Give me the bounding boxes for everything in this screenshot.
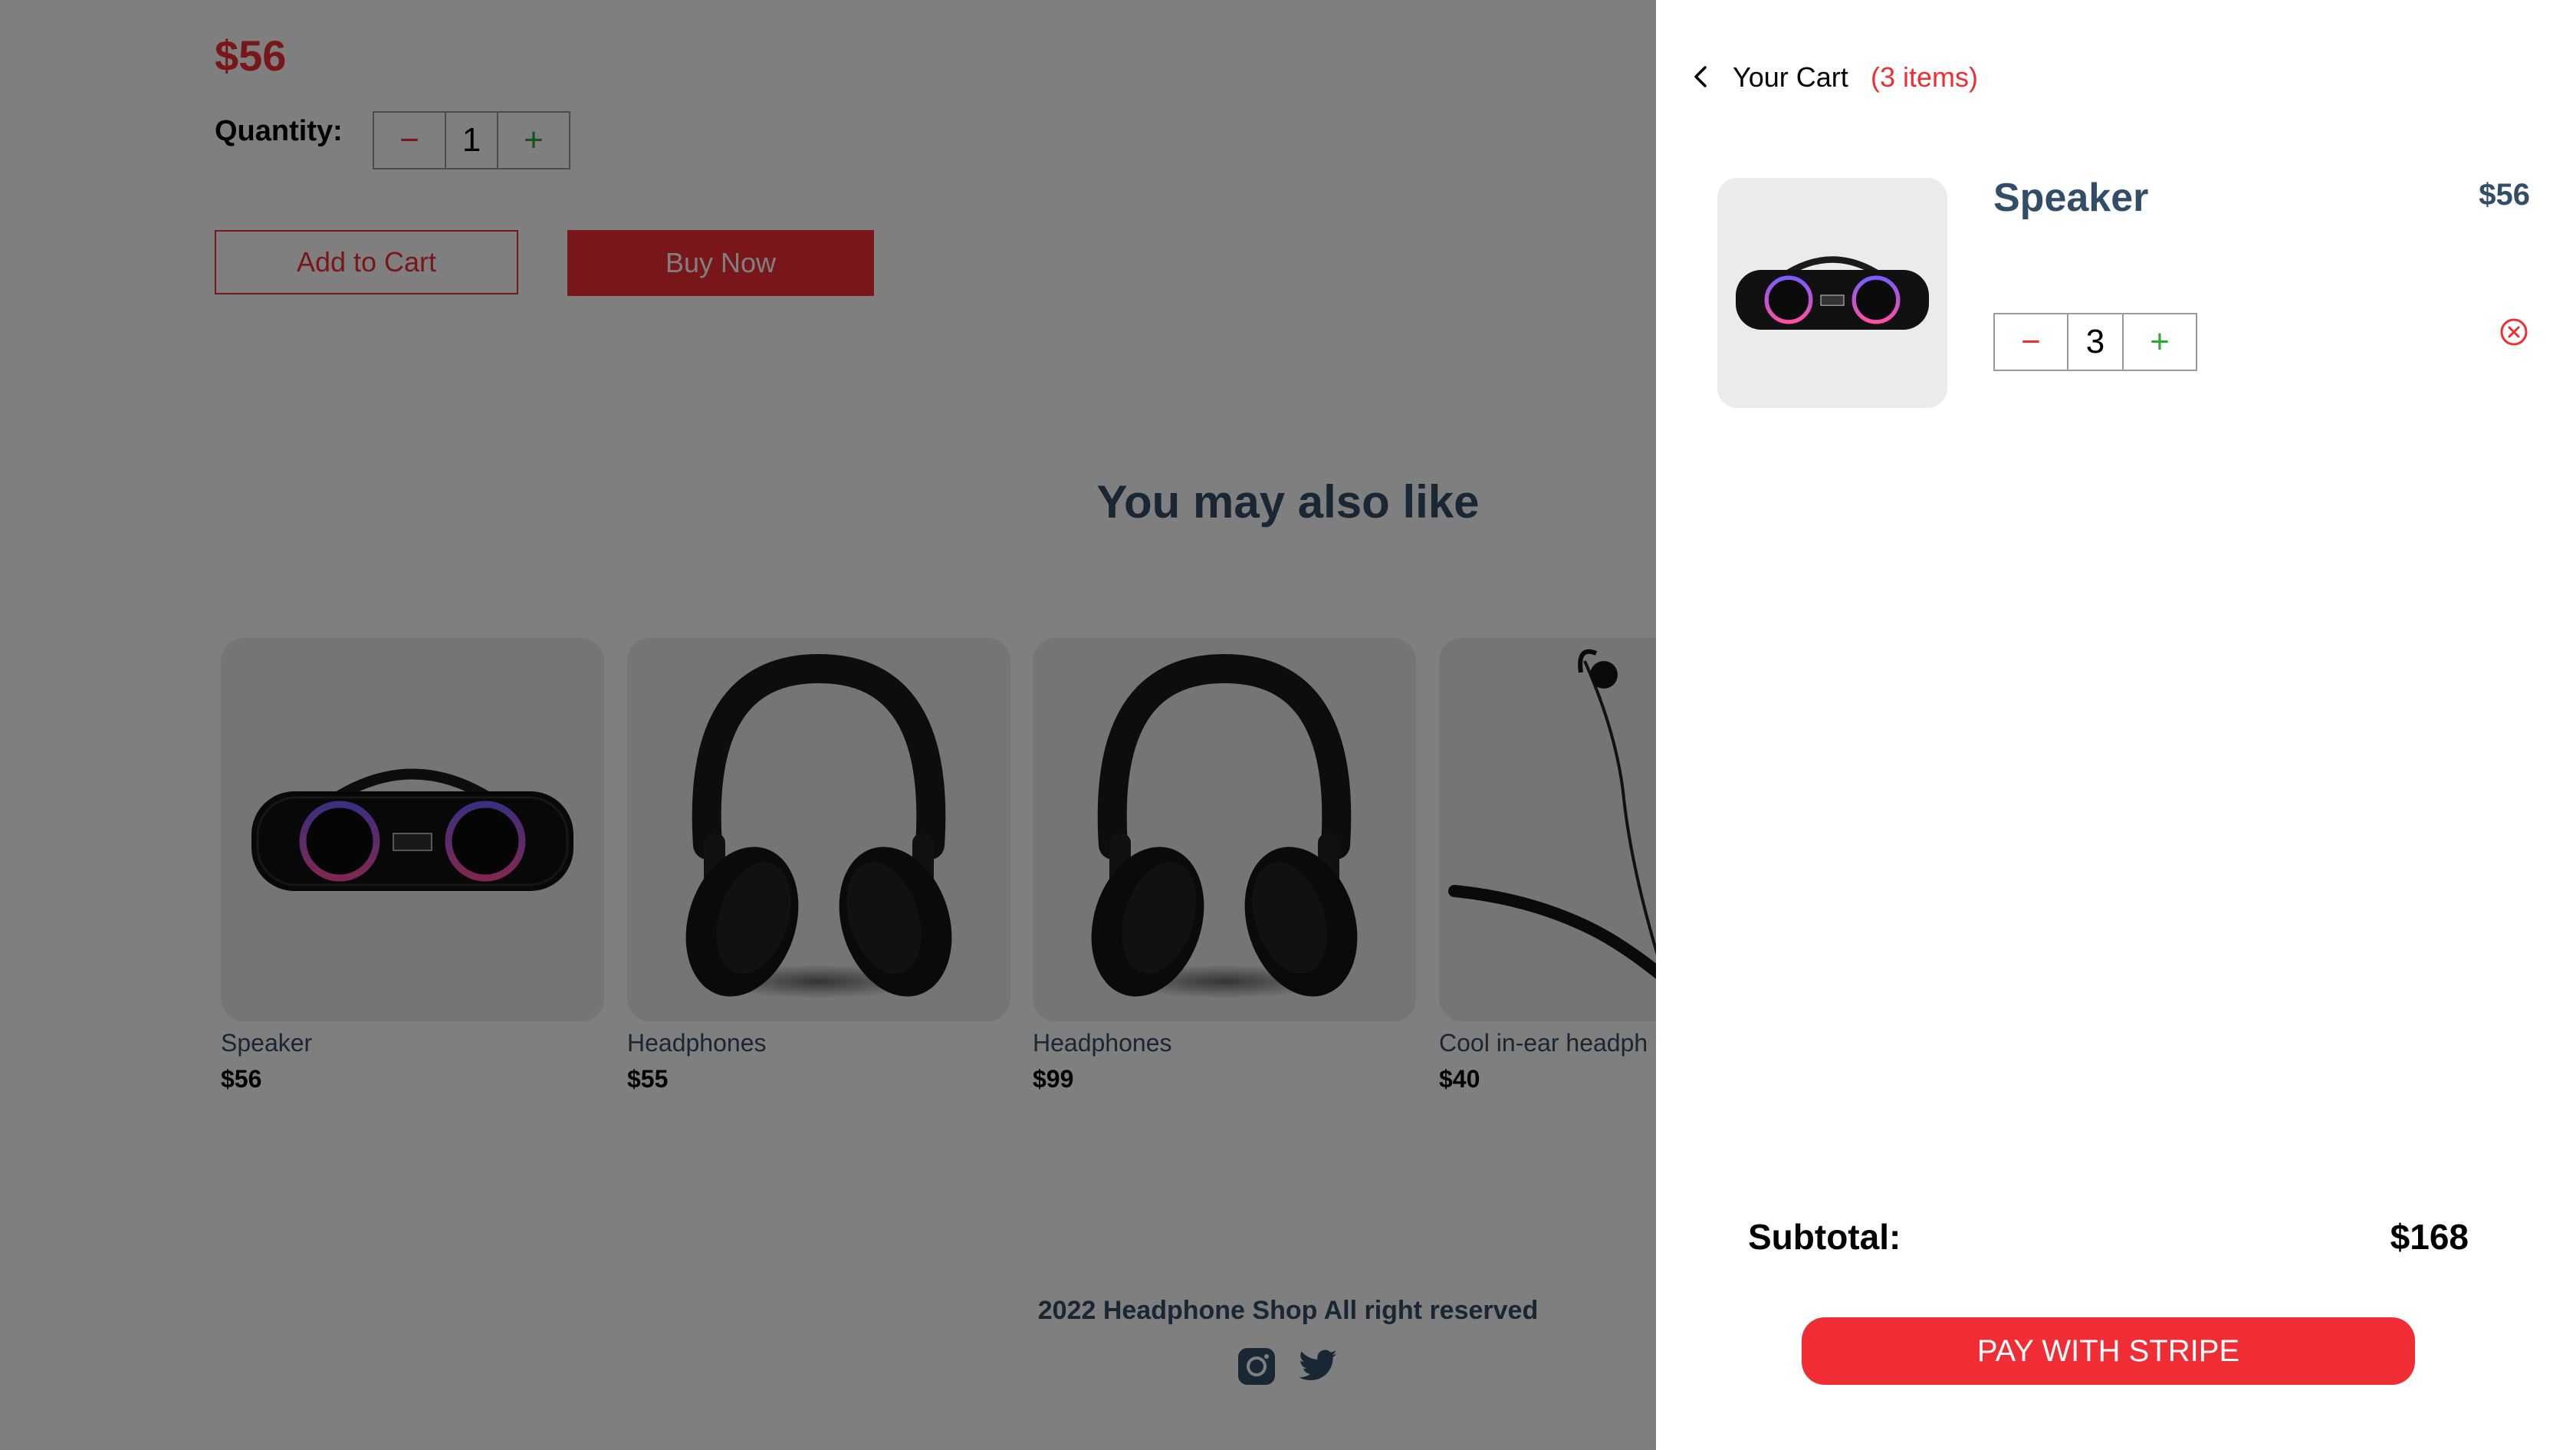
cart-title[interactable]: Your Cart — [1733, 61, 1848, 94]
pay-with-stripe-button[interactable]: PAY WITH STRIPE — [1802, 1317, 2415, 1385]
chevron-left-icon[interactable] — [1687, 63, 1714, 90]
subtotal-label: Subtotal: — [1748, 1217, 1901, 1257]
cart-panel: Your Cart (3 items) Speaker $56 − 3 + Su… — [1656, 0, 2576, 1450]
cart-item-image — [1717, 178, 1947, 408]
cart-item-name: Speaker — [1993, 176, 2149, 220]
subtotal-value: $168 — [2390, 1217, 2469, 1257]
cart-quantity-value: 3 — [2067, 314, 2124, 370]
cart-quantity-stepper: − 3 + — [1993, 313, 2197, 371]
cart-backdrop[interactable] — [0, 0, 1656, 1450]
remove-item-icon[interactable] — [2499, 317, 2528, 347]
cart-decrease-button[interactable]: − — [1995, 314, 2067, 370]
cart-item-count: (3 items) — [1871, 61, 1979, 93]
cart-item-price: $56 — [2479, 178, 2530, 212]
cart-increase-button[interactable]: + — [2124, 314, 2196, 370]
